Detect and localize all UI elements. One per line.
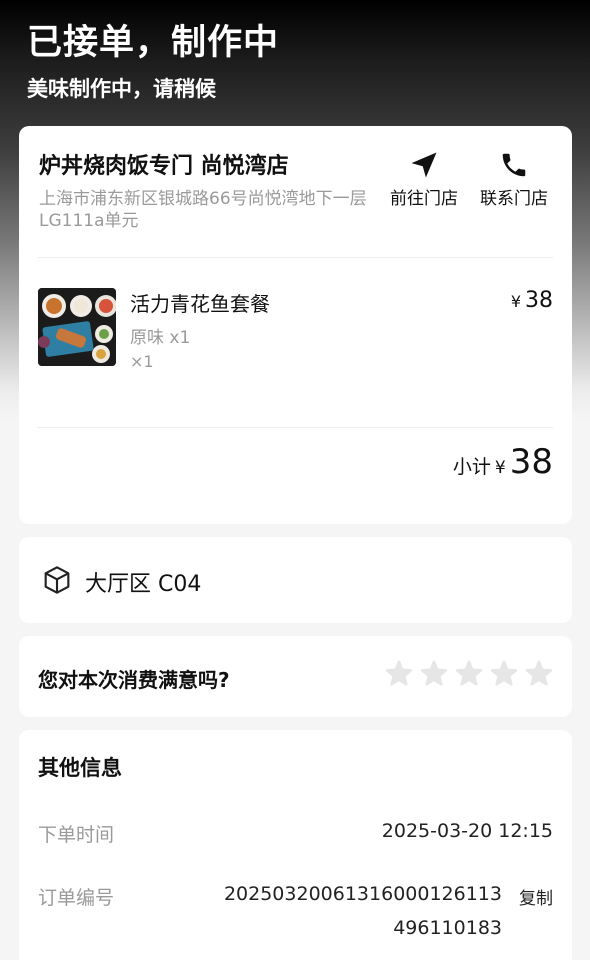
navigation-arrow-icon	[384, 150, 464, 182]
order-summary-card: 炉丼烧肉饭专门 尚悦湾店 上海市浦东新区银城路66号尚悦湾地下一层LG111a单…	[19, 126, 572, 524]
navigate-label: 前往门店	[390, 189, 458, 209]
item-price: ¥38	[511, 288, 553, 313]
cube-icon	[41, 564, 73, 596]
star-rating	[384, 659, 554, 691]
star-icon[interactable]	[384, 659, 414, 689]
order-status-title: 已接单，制作中	[27, 23, 280, 63]
subtotal-value: 38	[509, 442, 553, 482]
item-spec: 原味 x1	[130, 328, 191, 348]
star-icon[interactable]	[524, 659, 554, 689]
currency-symbol: ¥	[510, 292, 521, 311]
contact-store-button[interactable]: 联系门店	[474, 150, 554, 209]
navigate-to-store-button[interactable]: 前往门店	[384, 150, 464, 209]
store-address: 上海市浦东新区银城路66号尚悦湾地下一层LG111a单元	[39, 189, 367, 231]
order-time-value: 2025-03-20 12:15	[381, 820, 553, 842]
item-thumbnail-image	[38, 288, 116, 366]
order-number-label: 订单编号	[38, 887, 115, 909]
currency-symbol: ¥	[494, 458, 506, 478]
other-info-card: 其他信息 下单时间 2025-03-20 12:15 订单编号 20250320…	[19, 730, 572, 960]
divider	[38, 257, 553, 258]
item-price-value: 38	[525, 288, 553, 313]
subtotal: 小计 ¥38	[453, 442, 553, 482]
other-info-title: 其他信息	[38, 756, 122, 780]
star-icon[interactable]	[419, 659, 449, 689]
star-icon[interactable]	[454, 659, 484, 689]
rating-question: 您对本次消费满意吗?	[38, 668, 230, 692]
store-name: 炉丼烧肉饭专门 尚悦湾店	[39, 154, 289, 179]
order-status-subtitle: 美味制作中，请稍候	[27, 77, 216, 101]
order-number-value-continued: 496110183	[393, 917, 502, 939]
contact-label: 联系门店	[480, 189, 548, 209]
order-time-label: 下单时间	[38, 824, 115, 846]
subtotal-label: 小计	[452, 456, 491, 478]
item-quantity: ×1	[130, 352, 154, 371]
divider	[38, 427, 553, 428]
table-number: 大厅区 C04	[85, 572, 202, 597]
star-icon[interactable]	[489, 659, 519, 689]
order-number-value: 20250320061316000126113	[223, 883, 502, 905]
item-name: 活力青花鱼套餐	[130, 292, 270, 316]
phone-icon	[474, 150, 554, 182]
rating-card: 您对本次消费满意吗?	[19, 636, 572, 717]
table-info-card: 大厅区 C04	[19, 537, 572, 623]
copy-order-number-button[interactable]: 复制	[519, 884, 553, 909]
